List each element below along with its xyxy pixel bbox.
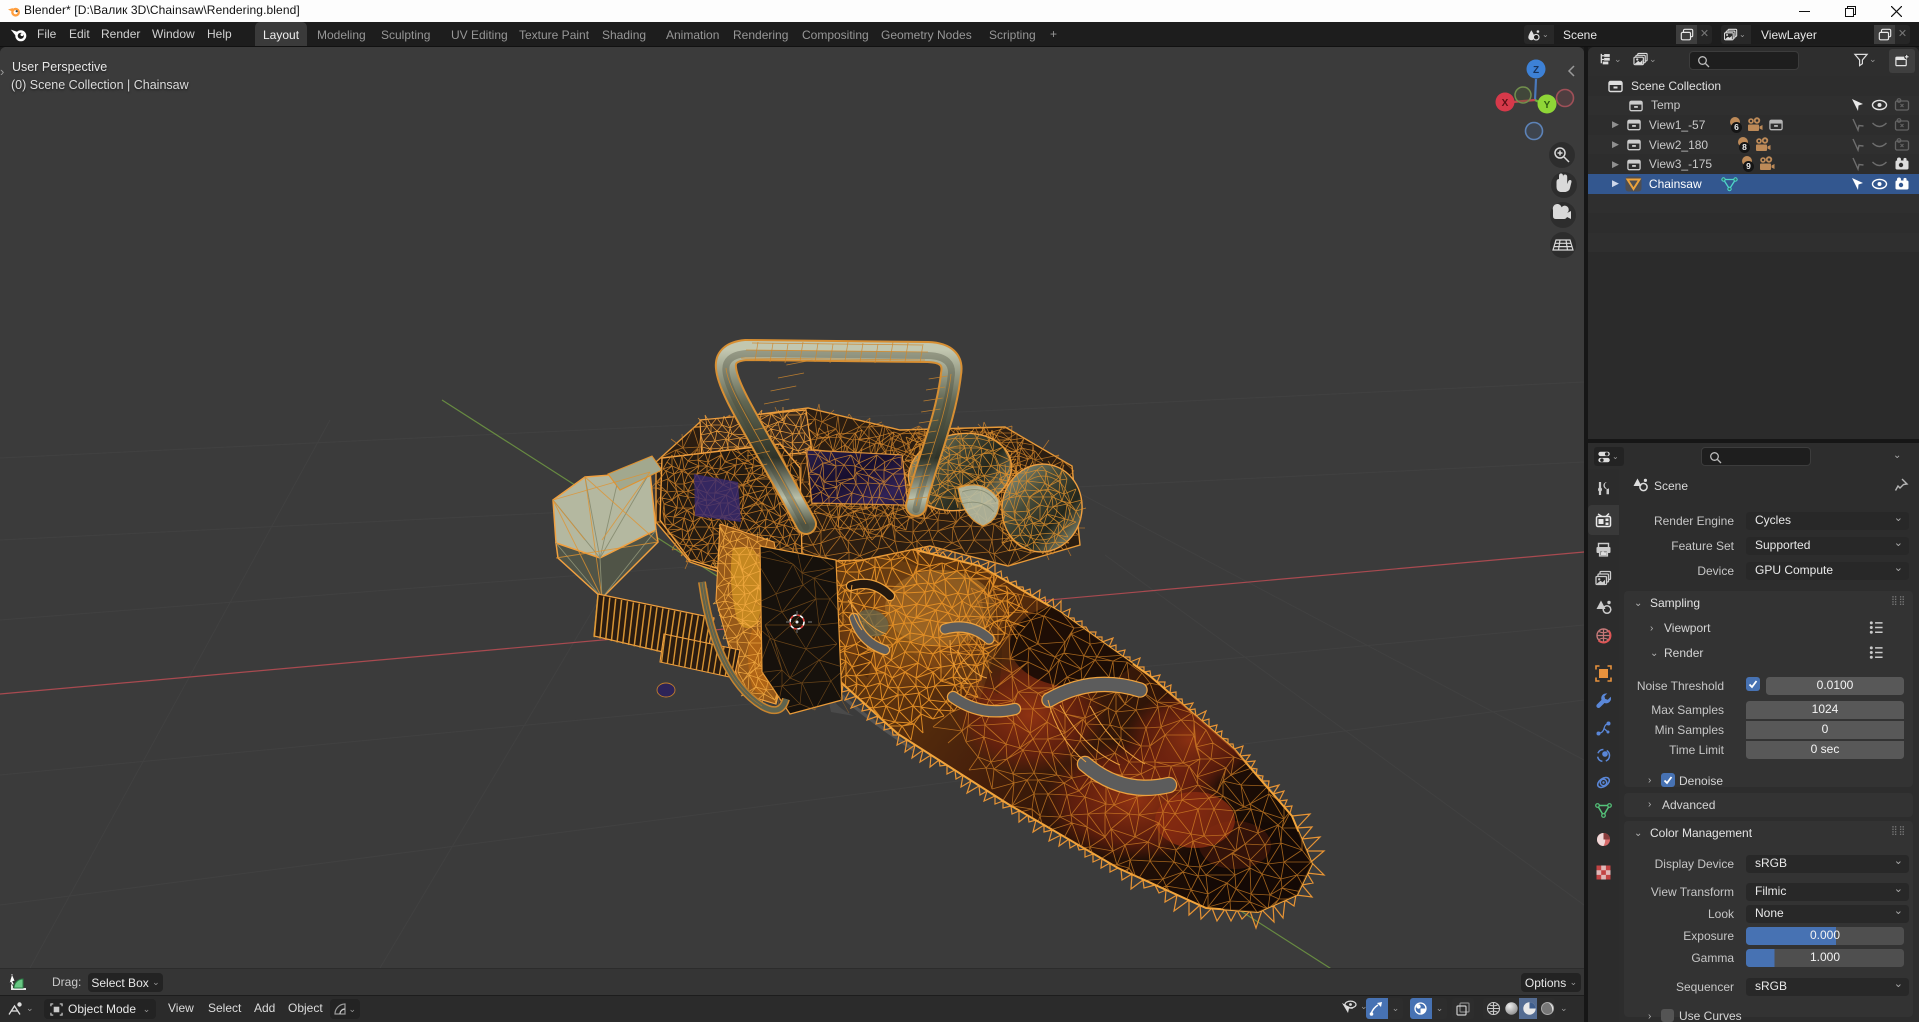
svg-text:X: X [1502, 98, 1509, 109]
svg-text:Z: Z [1533, 65, 1539, 76]
svg-text:Y: Y [1544, 100, 1551, 111]
